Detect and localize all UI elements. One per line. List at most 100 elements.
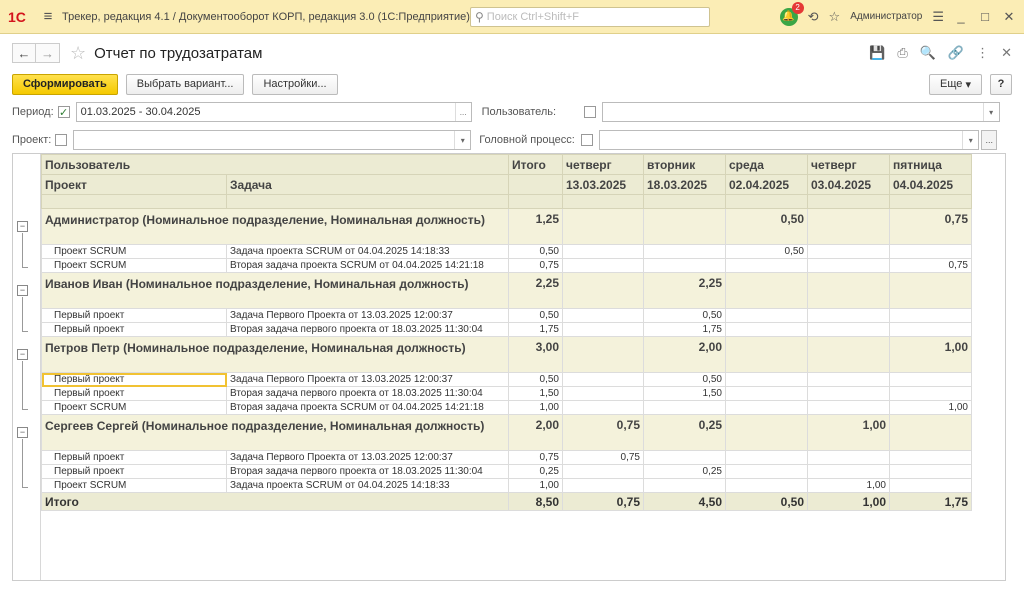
group-total[interactable]: 2,25 [508,272,563,309]
detail-total[interactable]: 0,50 [508,244,563,259]
detail-task[interactable]: Задача проекта SCRUM от 04.04.2025 14:18… [226,244,509,259]
group-user-name[interactable]: Администратор (Номинальное подразделение… [41,208,509,245]
detail-day-value[interactable] [562,386,644,401]
user-field[interactable]: ▾ [601,102,1000,122]
detail-day-value[interactable] [725,308,808,323]
detail-day-value[interactable]: 0,25 [643,464,726,479]
detail-project[interactable]: Проект SCRUM [41,244,227,259]
detail-day-value[interactable] [562,372,644,387]
group-day-value[interactable] [807,272,890,309]
detail-task[interactable]: Задача Первого Проекта от 13.03.2025 12:… [226,450,509,465]
head-process-dropdown-icon[interactable]: ▾ [962,131,978,149]
detail-day-value[interactable] [725,258,808,273]
close-window-button[interactable]: ✕ [1002,9,1016,25]
detail-task[interactable]: Вторая задача проекта SCRUM от 04.04.202… [226,400,509,415]
detail-day-value[interactable] [562,322,644,337]
detail-day-value[interactable] [725,372,808,387]
group-day-value[interactable] [725,336,808,373]
link-icon[interactable]: 🔗 [948,45,964,61]
group-total[interactable]: 1,25 [508,208,563,245]
group-day-value[interactable]: 2,25 [643,272,726,309]
detail-task[interactable]: Вторая задача первого проекта от 18.03.2… [226,464,509,479]
detail-day-value[interactable] [807,464,890,479]
detail-day-value[interactable] [725,464,808,479]
detail-day-value[interactable] [807,372,890,387]
detail-day-value[interactable]: 0,50 [643,372,726,387]
detail-project[interactable]: Первый проект [41,308,227,323]
project-checkbox[interactable] [55,134,68,146]
main-menu-icon[interactable]: ≡ [34,8,62,25]
group-day-value[interactable] [807,208,890,245]
more-button[interactable]: Еще ▾ [929,73,982,95]
detail-day-value[interactable]: 0,50 [643,308,726,323]
detail-project[interactable]: Проект SCRUM [41,478,227,493]
detail-day-value[interactable] [889,322,972,337]
group-day-value[interactable]: 2,00 [643,336,726,373]
group-day-value[interactable] [562,272,644,309]
period-select-icon[interactable]: ... [454,103,471,121]
detail-day-value[interactable] [889,372,972,387]
head-process-field[interactable]: ▾ [599,130,980,150]
detail-day-value[interactable]: 1,00 [889,400,972,415]
detail-total[interactable]: 1,00 [508,400,563,415]
detail-day-value[interactable] [807,386,890,401]
detail-day-value[interactable] [725,450,808,465]
group-day-value[interactable]: 0,75 [562,414,644,451]
group-user-name[interactable]: Сергеев Сергей (Номинальное подразделени… [41,414,509,451]
detail-total[interactable]: 0,50 [508,308,563,323]
detail-day-value[interactable] [807,244,890,259]
choose-variant-button[interactable]: Выбрать вариант... [125,73,245,95]
head-process-checkbox[interactable] [581,134,594,146]
close-form-icon[interactable]: ✕ [1001,45,1012,61]
project-dropdown-icon[interactable]: ▾ [454,131,470,149]
group-day-value[interactable]: 0,25 [643,414,726,451]
detail-day-value[interactable] [643,478,726,493]
group-day-value[interactable]: 0,75 [889,208,972,245]
detail-day-value[interactable]: 1,50 [643,386,726,401]
detail-day-value[interactable] [562,244,644,259]
detail-total[interactable]: 0,50 [508,372,563,387]
detail-day-value[interactable] [562,478,644,493]
group-day-value[interactable] [643,208,726,245]
detail-day-value[interactable] [807,322,890,337]
settings-button[interactable]: Настройки... [252,73,338,95]
detail-total[interactable]: 1,50 [508,386,563,401]
current-user[interactable]: Администратор [850,11,922,22]
detail-day-value[interactable] [562,464,644,479]
detail-task[interactable]: Вторая задача первого проекта от 18.03.2… [226,322,509,337]
collapse-group-icon[interactable]: − [17,284,28,296]
detail-project[interactable]: Первый проект [41,386,227,401]
settings-menu-icon[interactable]: ☰ [932,9,944,25]
detail-day-value[interactable] [643,400,726,415]
global-search-input[interactable]: ⚲ Поиск Ctrl+Shift+F [470,6,710,27]
detail-task[interactable]: Задача Первого Проекта от 13.03.2025 12:… [226,372,509,387]
detail-day-value[interactable] [562,400,644,415]
help-button[interactable]: ? [990,73,1012,95]
detail-day-value[interactable] [889,464,972,479]
detail-day-value[interactable] [807,308,890,323]
detail-project[interactable]: Первый проект [41,464,227,479]
detail-day-value[interactable] [807,450,890,465]
user-checkbox[interactable] [583,106,596,118]
report-spreadsheet[interactable]: − − − − Пользователь Итого четверг вторник сред… [12,153,1006,581]
detail-day-value[interactable] [725,322,808,337]
group-day-value[interactable]: 0,50 [725,208,808,245]
preview-icon[interactable]: 🔍 [920,45,936,61]
detail-total[interactable]: 0,25 [508,464,563,479]
detail-total[interactable]: 1,75 [508,322,563,337]
favorite-star-icon[interactable]: ☆ [70,43,86,64]
detail-day-value[interactable] [643,258,726,273]
project-field[interactable]: ▾ [73,130,472,150]
period-checkbox[interactable]: ✓ [57,106,70,119]
detail-day-value[interactable] [889,478,972,493]
save-icon[interactable]: 💾 [869,45,885,61]
detail-total[interactable]: 0,75 [508,258,563,273]
detail-day-value[interactable]: 1,75 [643,322,726,337]
user-dropdown-icon[interactable]: ▾ [982,103,999,121]
detail-day-value[interactable]: 0,75 [562,450,644,465]
notifications-icon[interactable]: 🔔 2 [779,1,804,26]
detail-total[interactable]: 0,75 [508,450,563,465]
detail-project[interactable]: Первый проект [41,372,227,387]
group-day-value[interactable]: 1,00 [807,414,890,451]
detail-day-value[interactable] [725,400,808,415]
